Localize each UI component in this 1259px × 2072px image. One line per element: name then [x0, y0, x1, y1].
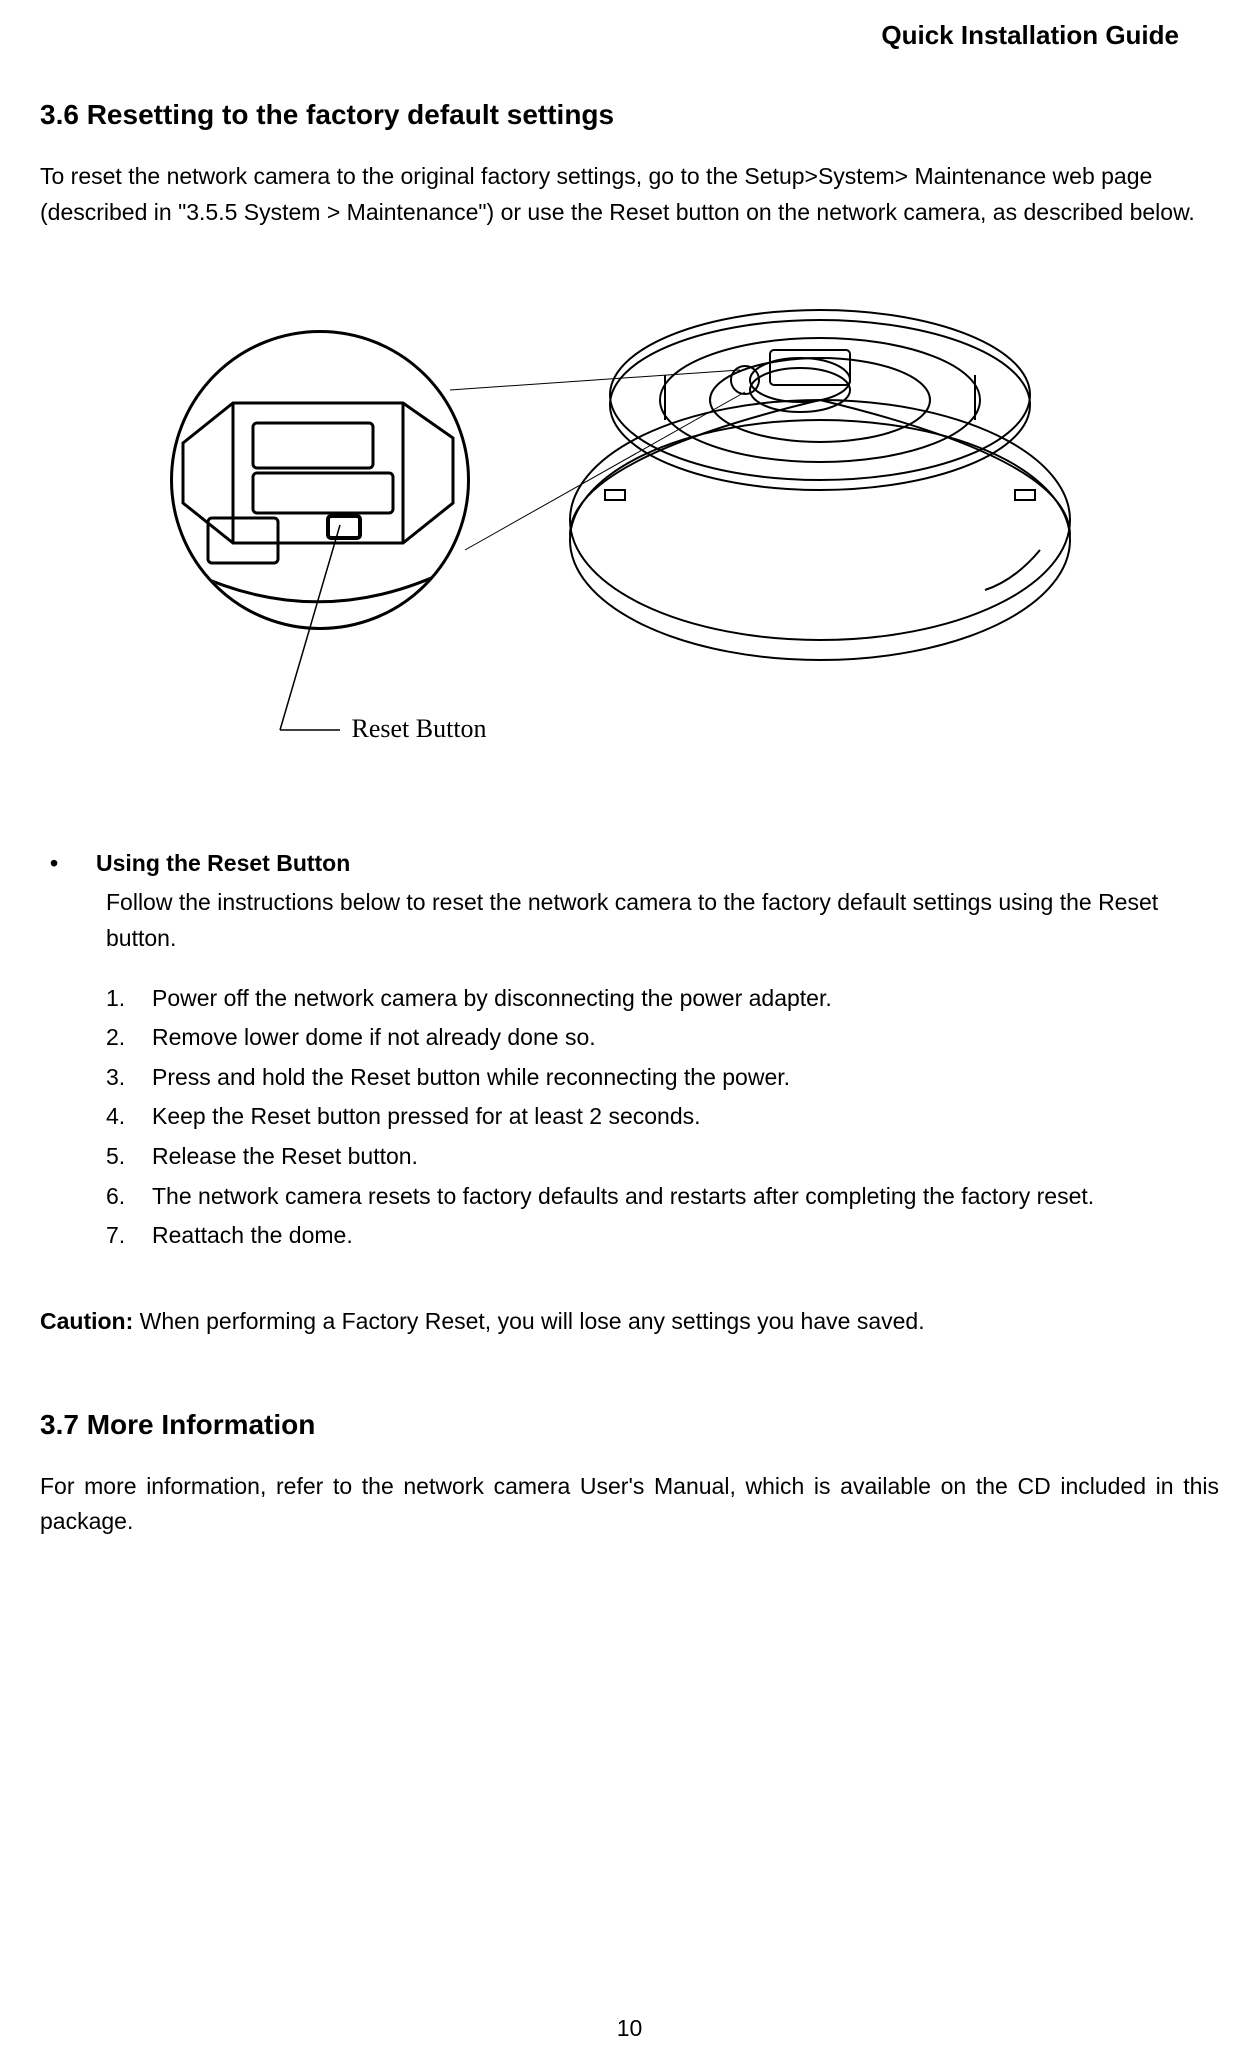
caution-label: Caution:	[40, 1308, 133, 1334]
reset-step: Press and hold the Reset button while re…	[106, 1060, 1219, 1096]
reset-step: The network camera resets to factory def…	[106, 1179, 1219, 1215]
caution-body: When performing a Factory Reset, you wil…	[133, 1308, 924, 1334]
caution-text: Caution: When performing a Factory Reset…	[40, 1304, 1219, 1339]
reset-step: Power off the network camera by disconne…	[106, 981, 1219, 1017]
page-number: 10	[617, 2015, 643, 2042]
reset-button-callout-label: Reset Button	[352, 714, 487, 744]
section-3-7-heading: 3.7 More Information	[40, 1409, 1219, 1441]
reset-step: Release the Reset button.	[106, 1139, 1219, 1175]
section-3-6-heading: 3.6 Resetting to the factory default set…	[40, 99, 1219, 131]
reset-steps-list: Power off the network camera by disconne…	[106, 981, 1219, 1254]
callout-leader	[130, 270, 1130, 790]
bullet-marker: •	[50, 850, 96, 877]
reset-button-figure: Reset Button	[130, 270, 1130, 790]
reset-step: Keep the Reset button pressed for at lea…	[106, 1099, 1219, 1135]
using-reset-button-block: • Using the Reset Button Follow the inst…	[40, 850, 1219, 1254]
reset-step: Remove lower dome if not already done so…	[106, 1020, 1219, 1056]
using-reset-button-title: Using the Reset Button	[96, 850, 350, 877]
using-reset-button-body: Follow the instructions below to reset t…	[106, 885, 1219, 956]
section-3-7-body: For more information, refer to the netwo…	[40, 1469, 1219, 1540]
section-3-6-intro: To reset the network camera to the origi…	[40, 159, 1219, 230]
reset-step: Reattach the dome.	[106, 1218, 1219, 1254]
document-header-title: Quick Installation Guide	[40, 20, 1219, 51]
